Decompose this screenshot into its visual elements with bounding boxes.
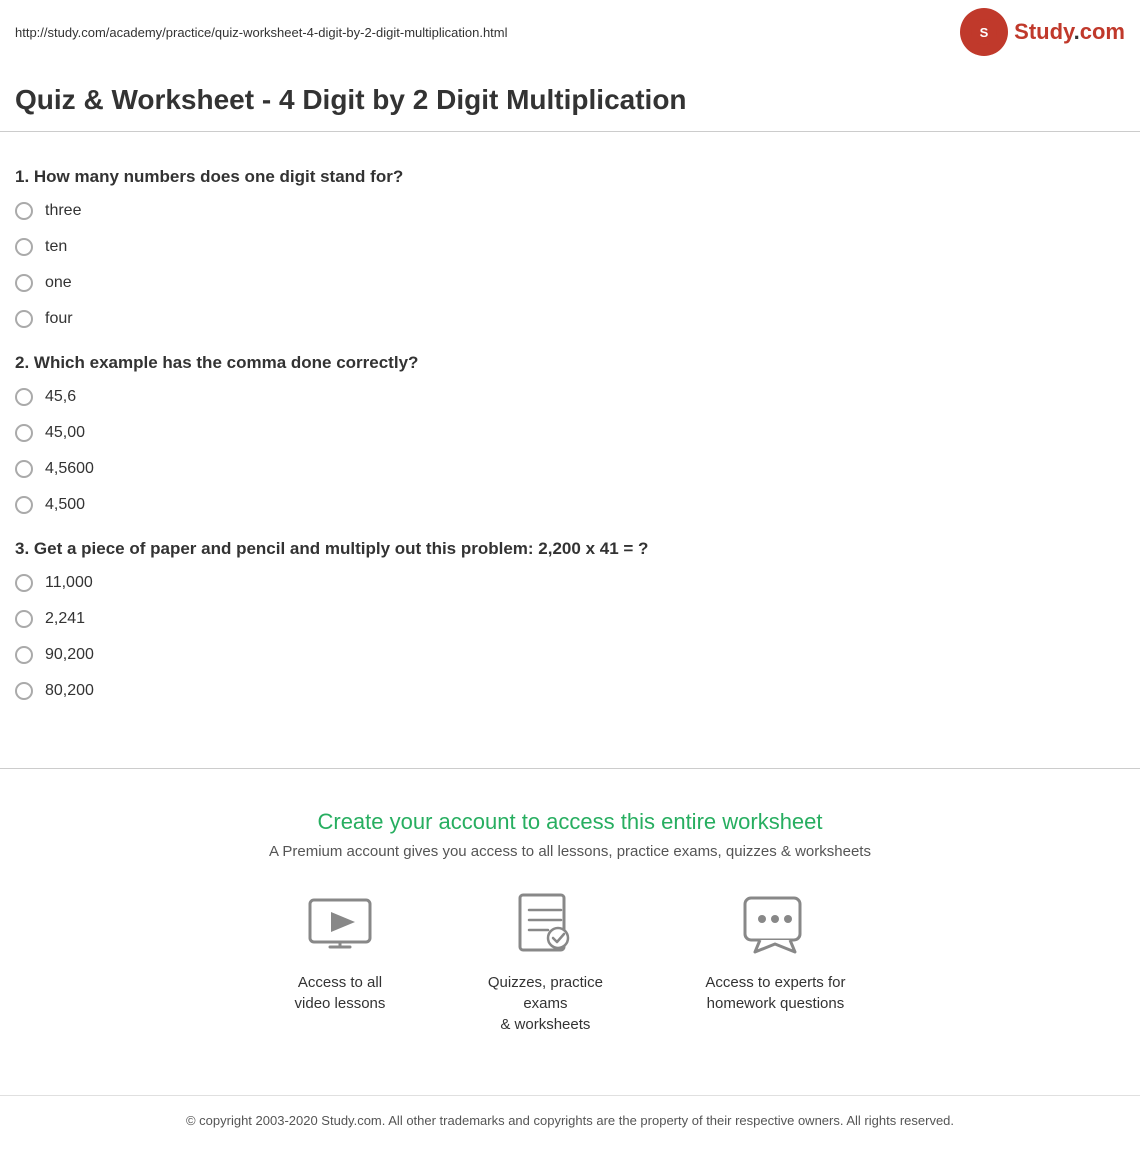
answer-1-3[interactable]: one xyxy=(15,274,1125,292)
top-bar: http://study.com/academy/practice/quiz-w… xyxy=(0,0,1140,64)
answer-2-1[interactable]: 45,6 xyxy=(15,388,1125,406)
answer-label-3-1: 11,000 xyxy=(45,574,93,592)
question-1: 1. How many numbers does one digit stand… xyxy=(15,167,1125,328)
answer-3-1[interactable]: 11,000 xyxy=(15,574,1125,592)
experts-icon xyxy=(740,890,810,960)
features-row: Access to allvideo lessons Quizzes, prac… xyxy=(15,890,1125,1035)
answer-label-1-4: four xyxy=(45,310,73,328)
radio-2-3[interactable] xyxy=(15,460,33,478)
cta-title: Create your account to access this entir… xyxy=(15,809,1125,835)
question-3: 3. Get a piece of paper and pencil and m… xyxy=(15,539,1125,700)
answer-label-1-2: ten xyxy=(45,238,67,256)
answer-label-2-1: 45,6 xyxy=(45,388,76,406)
radio-3-1[interactable] xyxy=(15,574,33,592)
feature-experts-label: Access to experts forhomework questions xyxy=(705,972,845,1014)
radio-3-4[interactable] xyxy=(15,682,33,700)
logo-icon: S xyxy=(960,8,1008,56)
question-1-text: 1. How many numbers does one digit stand… xyxy=(15,167,1125,187)
answer-2-2[interactable]: 45,00 xyxy=(15,424,1125,442)
answer-1-1[interactable]: three xyxy=(15,202,1125,220)
answer-label-2-2: 45,00 xyxy=(45,424,85,442)
radio-2-1[interactable] xyxy=(15,388,33,406)
page-title: Quiz & Worksheet - 4 Digit by 2 Digit Mu… xyxy=(0,64,1140,132)
answer-3-4[interactable]: 80,200 xyxy=(15,682,1125,700)
question-2-text: 2. Which example has the comma done corr… xyxy=(15,353,1125,373)
answer-2-4[interactable]: 4,500 xyxy=(15,496,1125,514)
logo: S Study.com xyxy=(960,8,1125,56)
svg-text:S: S xyxy=(980,25,989,40)
quizzes-icon xyxy=(510,890,580,960)
feature-quizzes: Quizzes, practice exams& worksheets xyxy=(465,890,625,1035)
url-text: http://study.com/academy/practice/quiz-w… xyxy=(15,25,508,40)
answer-label-2-4: 4,500 xyxy=(45,496,85,514)
cta-subtitle: A Premium account gives you access to al… xyxy=(15,843,1125,860)
question-3-text: 3. Get a piece of paper and pencil and m… xyxy=(15,539,1125,559)
answer-label-3-4: 80,200 xyxy=(45,682,94,700)
radio-1-4[interactable] xyxy=(15,310,33,328)
answer-1-4[interactable]: four xyxy=(15,310,1125,328)
feature-quizzes-label: Quizzes, practice exams& worksheets xyxy=(465,972,625,1035)
radio-1-2[interactable] xyxy=(15,238,33,256)
radio-3-2[interactable] xyxy=(15,610,33,628)
radio-2-2[interactable] xyxy=(15,424,33,442)
video-lessons-icon xyxy=(305,890,375,960)
section-divider xyxy=(0,768,1140,769)
answer-label-3-2: 2,241 xyxy=(45,610,85,628)
question-2: 2. Which example has the comma done corr… xyxy=(15,353,1125,514)
answer-3-2[interactable]: 2,241 xyxy=(15,610,1125,628)
answer-label-3-3: 90,200 xyxy=(45,646,94,664)
answer-3-3[interactable]: 90,200 xyxy=(15,646,1125,664)
radio-1-1[interactable] xyxy=(15,202,33,220)
answer-label-2-3: 4,5600 xyxy=(45,460,94,478)
answer-2-3[interactable]: 4,5600 xyxy=(15,460,1125,478)
footer: © copyright 2003-2020 Study.com. All oth… xyxy=(0,1095,1140,1146)
logo-svg: S xyxy=(970,18,998,46)
radio-1-3[interactable] xyxy=(15,274,33,292)
feature-video-label: Access to allvideo lessons xyxy=(295,972,386,1014)
radio-3-3[interactable] xyxy=(15,646,33,664)
feature-video: Access to allvideo lessons xyxy=(295,890,386,1035)
quiz-content: 1. How many numbers does one digit stand… xyxy=(0,132,1140,738)
radio-2-4[interactable] xyxy=(15,496,33,514)
answer-1-2[interactable]: ten xyxy=(15,238,1125,256)
answer-label-1-3: one xyxy=(45,274,72,292)
feature-experts: Access to experts forhomework questions xyxy=(705,890,845,1035)
cta-section: Create your account to access this entir… xyxy=(0,789,1140,1095)
logo-text: Study.com xyxy=(1014,19,1125,45)
answer-label-1-1: three xyxy=(45,202,81,220)
